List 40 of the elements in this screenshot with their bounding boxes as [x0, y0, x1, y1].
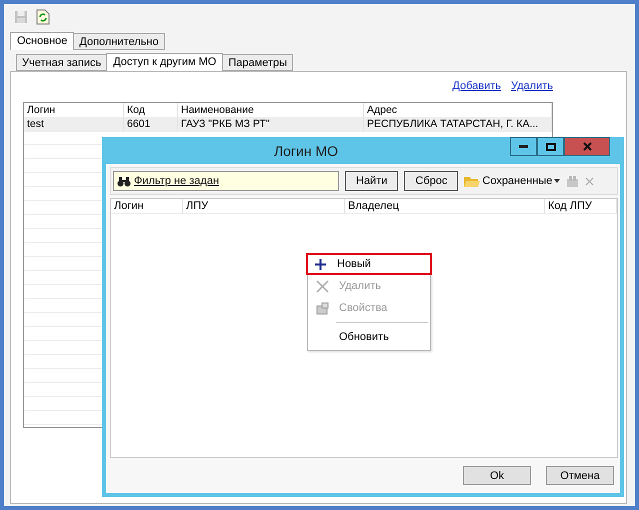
tab[interactable]: Параметры — [222, 54, 294, 71]
minimize-icon — [519, 145, 528, 148]
dialog-title: Логин МО — [272, 142, 340, 158]
button[interactable]: Отмена — [546, 466, 614, 485]
tab[interactable]: Основное — [10, 32, 74, 50]
column-header: Владелец — [345, 199, 545, 214]
table-cell: 6601 — [124, 117, 178, 132]
saved-filters-menu[interactable]: Сохраненные — [482, 175, 552, 187]
close-button[interactable] — [564, 137, 610, 156]
link[interactable]: Удалить — [511, 80, 553, 96]
table-cell: РЕСПУБЛИКА ТАТАРСТАН, Г. КА... — [364, 117, 552, 132]
filter-field[interactable]: Фильтр не задан — [113, 171, 339, 191]
column-header: Логин — [111, 199, 183, 214]
filter-link[interactable]: Фильтр не задан — [134, 175, 220, 187]
close-icon — [585, 176, 594, 186]
menu-item[interactable]: Обновить — [308, 326, 430, 348]
link[interactable]: Добавить — [452, 80, 501, 96]
plus-icon — [314, 258, 327, 270]
button[interactable]: Ok — [463, 466, 531, 485]
tab[interactable]: Дополнительно — [73, 33, 165, 50]
caret-icon — [554, 179, 560, 183]
menu-item[interactable]: Новый — [306, 253, 432, 275]
column-header: ЛПУ — [183, 199, 345, 214]
minimize-button[interactable] — [510, 137, 537, 156]
button[interactable]: Сброс — [404, 171, 458, 191]
folder-icon — [464, 174, 480, 188]
column-header: Код ЛПУ — [545, 199, 617, 214]
button[interactable]: Найти — [345, 171, 398, 191]
tab[interactable]: Учетная запись — [16, 54, 108, 71]
properties-icon — [316, 302, 329, 314]
binoculars-icon — [117, 176, 131, 186]
table-cell: test — [24, 117, 124, 132]
save-filter-icon — [566, 174, 580, 188]
refresh-icon[interactable] — [36, 9, 50, 25]
maximize-icon — [546, 142, 556, 150]
tab[interactable]: Доступ к другим МО — [106, 53, 224, 71]
close-icon — [582, 142, 592, 151]
table-cell: ГАУЗ "РКБ МЗ РТ" — [178, 117, 364, 132]
maximize-button[interactable] — [537, 137, 564, 156]
cross-icon — [316, 280, 329, 292]
